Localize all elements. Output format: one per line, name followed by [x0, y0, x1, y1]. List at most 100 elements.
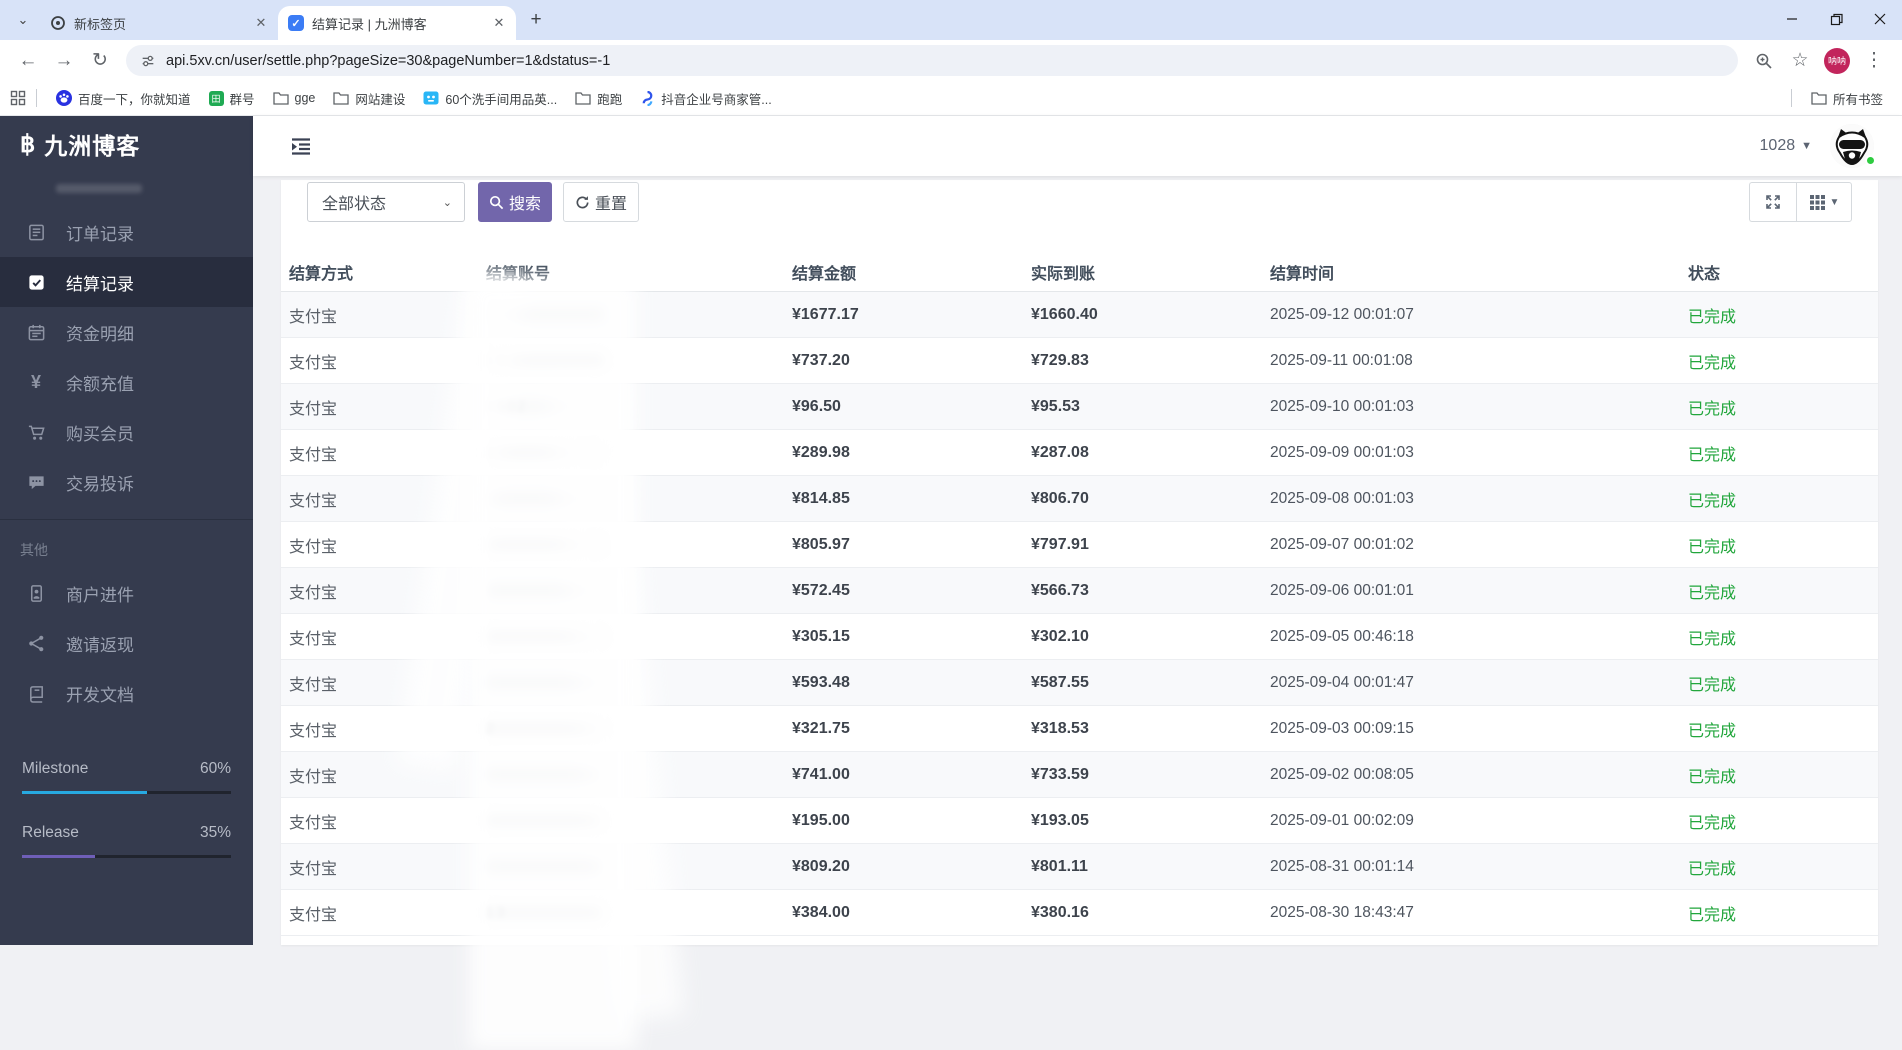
- app-logo[interactable]: ฿ 九洲博客: [0, 116, 253, 172]
- new-tab-button[interactable]: +: [522, 6, 550, 34]
- tab-settlement[interactable]: ✓ 结算记录 | 九洲博客 ✕: [278, 6, 516, 40]
- restore-button[interactable]: [1814, 0, 1858, 38]
- sidebar-item-merchant[interactable]: 商户进件: [0, 568, 253, 618]
- folder-icon: [273, 91, 289, 105]
- bookmark-qunhao[interactable]: 田群号: [209, 89, 255, 108]
- sidebar-item-funds[interactable]: 资金明细: [0, 307, 253, 357]
- sidebar-item-recharge[interactable]: ¥余额充值: [0, 357, 253, 407]
- cell-time: 2025-09-06 00:01:01: [1262, 582, 1680, 600]
- main-area: 1028 ▼ 全部状态 ⌄ 搜索: [253, 116, 1902, 945]
- tab-close-icon[interactable]: ✕: [490, 14, 508, 32]
- forward-icon[interactable]: →: [48, 45, 80, 77]
- bookmark-paopao[interactable]: 跑跑: [575, 89, 622, 108]
- progress-block-milestone: Milestone60%: [22, 760, 231, 794]
- cell-account-redacted: 15: [478, 338, 784, 383]
- tab-search-button[interactable]: ⌄: [8, 5, 38, 35]
- cell-time: 2025-09-11 00:01:08: [1262, 352, 1680, 370]
- scrolled-item-remnant: [56, 184, 142, 193]
- sidebar-item-complaint[interactable]: 交易投诉: [0, 457, 253, 507]
- redaction-blob: [486, 860, 604, 873]
- bookmark-star-icon[interactable]: ☆: [1784, 45, 1816, 77]
- column-header: 结算金额: [784, 260, 1023, 284]
- table-row: 支付宝¥305.15¥302.102025-09-05 00:46:18已完成: [281, 614, 1878, 660]
- sidebar: ฿ 九洲博客 订单记录结算记录资金明细¥余额充值购买会员交易投诉 其他 商户进件…: [0, 116, 253, 945]
- fullscreen-button[interactable]: [1749, 182, 1796, 222]
- apps-grid-icon[interactable]: [10, 90, 26, 106]
- bookmark-douyin[interactable]: 抖音企业号商家管...: [640, 89, 771, 108]
- close-window-button[interactable]: [1858, 0, 1902, 38]
- account-fragment: 1: [486, 444, 496, 461]
- cell-amount: ¥572.45: [784, 582, 1023, 600]
- account-fragment: 0502: [486, 398, 527, 415]
- cell-account-redacted: [478, 660, 784, 705]
- cell-time: 2025-09-02 00:08:05: [1262, 766, 1680, 784]
- bookmark-webdev[interactable]: 网站建设: [333, 89, 405, 108]
- progress-bar: [22, 791, 231, 794]
- progress-value: 60%: [200, 760, 231, 778]
- table-tools: ▼: [1749, 182, 1852, 222]
- cell-amount: ¥195.00: [784, 812, 1023, 830]
- reset-button[interactable]: 重置: [563, 182, 639, 222]
- sidebar-item-orders[interactable]: 订单记录: [0, 207, 253, 257]
- merchant-id-dropdown[interactable]: 1028: [1760, 137, 1796, 155]
- sidebar-item-vip[interactable]: 购买会员: [0, 407, 253, 457]
- sidebar-item-label: 交易投诉: [66, 470, 134, 495]
- sidebar-item-invite[interactable]: 邀请返现: [0, 618, 253, 668]
- cell-received: ¥193.05: [1023, 812, 1262, 830]
- search-icon: [489, 195, 504, 210]
- address-bar[interactable]: api.5xv.cn/user/settle.php?pageSize=30&p…: [126, 45, 1738, 76]
- cell-amount: ¥305.15: [784, 628, 1023, 646]
- cell-status: 已完成: [1680, 671, 1878, 695]
- tab-title: 结算记录 | 九洲博客: [312, 14, 490, 33]
- minimize-button[interactable]: [1770, 0, 1814, 38]
- cell-amount: ¥289.98: [784, 444, 1023, 462]
- sidebar-item-label: 结算记录: [66, 270, 134, 295]
- chevron-down-icon: ▼: [1830, 197, 1840, 208]
- cell-account-redacted: [478, 292, 784, 337]
- tab-close-icon[interactable]: ✕: [252, 14, 270, 32]
- cell-method: 支付宝: [281, 579, 478, 603]
- sidebar-item-settlement[interactable]: 结算记录: [0, 257, 253, 307]
- content-card: 全部状态 ⌄ 搜索 重置: [281, 180, 1878, 945]
- bookmark-baidu[interactable]: 百度一下，你就知道: [56, 89, 191, 108]
- cell-received: ¥318.53: [1023, 720, 1262, 738]
- account-fragment: 13: [486, 904, 507, 921]
- refresh-icon: [575, 195, 590, 210]
- status-filter-select[interactable]: 全部状态 ⌄: [307, 182, 465, 222]
- browser-navbar: ← → ↻ api.5xv.cn/user/settle.php?pageSiz…: [0, 40, 1902, 81]
- columns-dropdown-button[interactable]: ▼: [1796, 182, 1852, 222]
- sidebar-toggle-icon[interactable]: [290, 136, 312, 156]
- url-text: api.5xv.cn/user/settle.php?pageSize=30&p…: [166, 53, 610, 69]
- cell-received: ¥566.73: [1023, 582, 1262, 600]
- browser-profile-avatar[interactable]: 呐呐: [1824, 48, 1850, 74]
- back-icon[interactable]: ←: [12, 45, 44, 77]
- redaction-blob: [486, 768, 604, 781]
- redaction-blob: [486, 584, 604, 597]
- cell-amount: ¥384.00: [784, 904, 1023, 922]
- progress-bar: [22, 855, 231, 858]
- redaction-blob: [486, 676, 604, 689]
- folder-icon: [333, 91, 349, 105]
- site-info-icon[interactable]: [140, 53, 156, 69]
- cell-time: 2025-09-04 00:01:47: [1262, 674, 1680, 692]
- bookmark-label: 60个洗手间用品英...: [445, 89, 557, 108]
- bookmark-gge[interactable]: gge: [273, 91, 316, 105]
- zoom-icon[interactable]: [1748, 45, 1780, 77]
- search-button[interactable]: 搜索: [478, 182, 552, 222]
- browser-menu-icon[interactable]: ⋮: [1858, 45, 1890, 77]
- cell-time: 2025-08-31 00:01:14: [1262, 858, 1680, 876]
- tab-newtab[interactable]: 新标签页 ✕: [40, 6, 278, 40]
- cell-time: 2025-09-10 00:01:03: [1262, 398, 1680, 416]
- reload-icon[interactable]: ↻: [84, 45, 116, 77]
- cell-received: ¥587.55: [1023, 674, 1262, 692]
- sidebar-item-docs[interactable]: 开发文档: [0, 668, 253, 718]
- all-bookmarks-folder[interactable]: 所有书签: [1811, 89, 1883, 108]
- cell-status: 已完成: [1680, 717, 1878, 741]
- cell-account-redacted: 2: [478, 706, 784, 751]
- cell-received: ¥733.59: [1023, 766, 1262, 784]
- user-avatar[interactable]: [1830, 124, 1874, 168]
- bookmarks-divider: [36, 89, 37, 107]
- redaction-blob: [486, 492, 604, 505]
- chevron-down-icon[interactable]: ▼: [1801, 140, 1812, 152]
- bookmark-words[interactable]: 60个洗手间用品英...: [423, 89, 557, 108]
